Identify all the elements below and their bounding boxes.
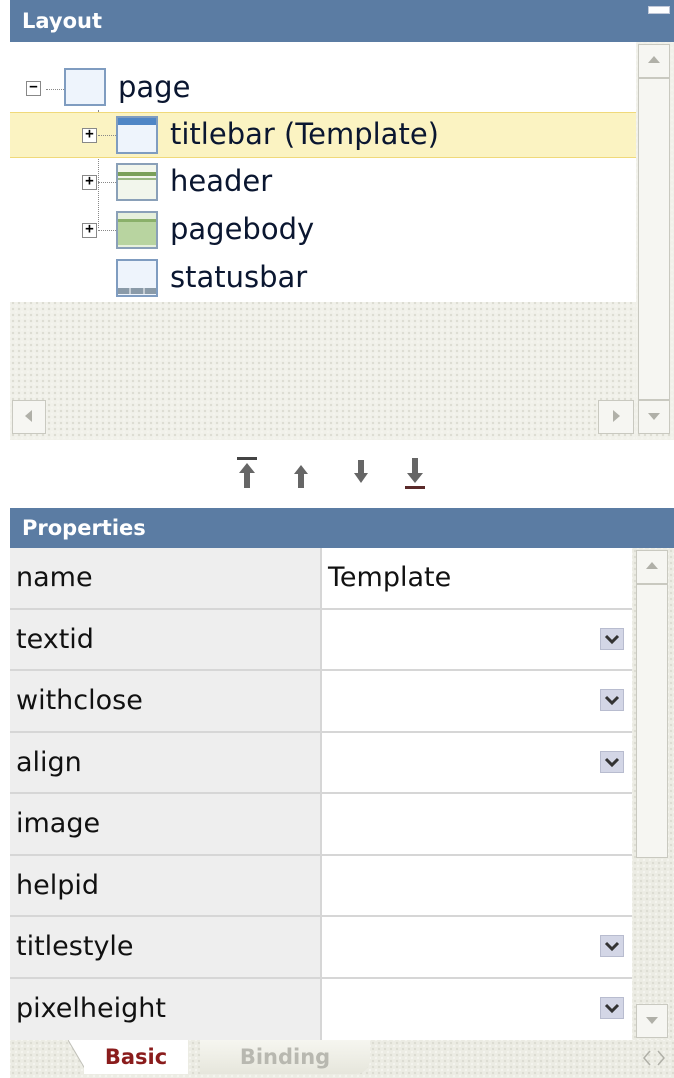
property-value-input[interactable] — [322, 856, 632, 916]
arrow-up-icon — [646, 562, 658, 569]
arrow-down-icon — [648, 413, 660, 420]
tree-item-statusbar[interactable]: statusbar — [10, 256, 636, 302]
move-to-bottom-button[interactable] — [400, 450, 430, 494]
header-icon — [116, 163, 158, 201]
layout-panel-header: Layout — [10, 0, 674, 42]
tree-item-pagebody[interactable]: + pagebody — [10, 208, 636, 254]
property-label: helpid — [10, 855, 322, 915]
scroll-down-button[interactable] — [636, 1004, 668, 1038]
layout-vertical-scrollbar[interactable] — [636, 42, 674, 440]
scroll-thumb[interactable] — [638, 78, 670, 400]
scroll-left-button[interactable] — [12, 400, 46, 434]
property-label: align — [10, 732, 322, 792]
property-row-align: align — [10, 732, 632, 794]
property-label: pixelheight — [10, 978, 322, 1040]
property-label: image — [10, 794, 322, 854]
tab-binding[interactable]: Binding — [200, 1040, 370, 1074]
move-down-button[interactable] — [346, 450, 376, 494]
properties-table: name Template textid withclose align ima… — [10, 548, 632, 1040]
properties-vertical-scrollbar[interactable] — [632, 548, 674, 1040]
tree-item-header[interactable]: + header — [10, 160, 636, 206]
property-row-name: name Template — [10, 548, 632, 610]
property-value-select[interactable] — [322, 671, 632, 731]
property-value-select[interactable] — [322, 610, 632, 670]
expand-toggle[interactable]: + — [82, 174, 97, 190]
property-row-helpid: helpid — [10, 855, 632, 917]
property-label: name — [10, 548, 322, 608]
pagebody-icon — [116, 211, 158, 249]
property-row-image: image — [10, 794, 632, 856]
statusbar-icon — [116, 259, 158, 297]
arrow-left-icon — [25, 410, 32, 422]
chevron-down-icon[interactable] — [600, 627, 624, 650]
properties-panel-header: Properties — [10, 508, 674, 548]
expand-toggle[interactable]: + — [82, 127, 97, 143]
property-value-select[interactable] — [322, 917, 632, 977]
tree-item-label: statusbar — [170, 260, 308, 294]
scroll-up-button[interactable] — [636, 550, 668, 584]
property-label: textid — [10, 609, 322, 669]
property-row-titlestyle: titlestyle — [10, 917, 632, 979]
arrow-up-icon — [648, 56, 660, 63]
scroll-up-button[interactable] — [638, 44, 670, 78]
minimize-button[interactable] — [648, 6, 670, 14]
page-icon — [64, 68, 106, 106]
scroll-thumb[interactable] — [636, 584, 668, 858]
scroll-right-button[interactable] — [598, 400, 634, 434]
property-value-input[interactable]: Template — [322, 548, 632, 608]
tree-item-label: titlebar (Template) — [170, 117, 439, 151]
property-row-withclose: withclose — [10, 671, 632, 733]
move-to-top-button[interactable] — [232, 450, 262, 494]
property-row-pixelheight: pixelheight — [10, 978, 632, 1041]
tree-item-label: pagebody — [170, 212, 315, 246]
chevron-down-icon[interactable] — [600, 935, 624, 957]
move-to-bottom-icon — [405, 458, 425, 489]
property-label: titlestyle — [10, 917, 322, 977]
layout-panel-title: Layout — [22, 9, 103, 33]
property-value-input[interactable] — [322, 794, 632, 854]
move-up-icon — [294, 465, 308, 488]
arrow-right-icon — [613, 410, 620, 422]
properties-tabbar: Basic Binding — [10, 1040, 674, 1078]
titlebar-icon — [116, 116, 158, 154]
tab-left-right-arrows-icon — [643, 1050, 665, 1066]
tab-basic[interactable]: Basic — [84, 1040, 188, 1074]
move-to-top-icon — [237, 457, 257, 488]
chevron-down-icon[interactable] — [600, 689, 624, 711]
property-value-select[interactable] — [322, 733, 632, 793]
property-value-select[interactable] — [322, 979, 632, 1041]
property-label: withclose — [10, 671, 322, 731]
tree-item-titlebar[interactable]: + titlebar (Template) — [10, 112, 636, 158]
chevron-down-icon[interactable] — [600, 996, 624, 1019]
scroll-down-button[interactable] — [638, 400, 670, 434]
expand-toggle[interactable]: + — [82, 222, 97, 238]
order-toolbar — [10, 440, 674, 508]
arrow-down-icon — [646, 1017, 658, 1024]
properties-panel-title: Properties — [22, 516, 146, 540]
tree-item-page[interactable]: − page — [10, 66, 636, 112]
tree-item-label: header — [170, 164, 273, 198]
move-up-button[interactable] — [286, 450, 316, 494]
tree-item-label: page — [118, 70, 191, 104]
move-down-icon — [354, 460, 368, 483]
chevron-down-icon[interactable] — [600, 750, 624, 773]
layout-tree: − page + titlebar (Template) + header + — [10, 42, 636, 440]
collapse-toggle[interactable]: − — [26, 80, 41, 96]
property-row-textid: textid — [10, 609, 632, 671]
tab-scroll-arrows[interactable] — [640, 1048, 668, 1072]
